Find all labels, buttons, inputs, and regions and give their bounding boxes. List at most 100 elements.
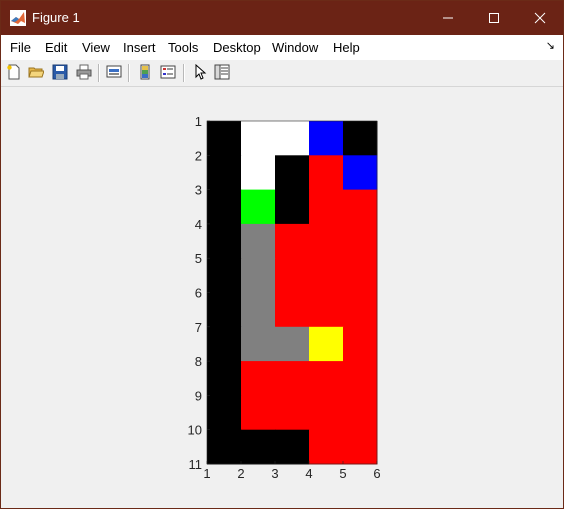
heatmap-cell [309, 361, 344, 396]
heatmap-cell [207, 189, 242, 225]
heatmap-cell [309, 326, 344, 362]
menu-bar: File Edit View Insert Tools Desktop Wind… [1, 35, 563, 60]
new-figure-button[interactable] [5, 63, 23, 81]
edit-plot-button[interactable] [191, 63, 209, 81]
heatmap-cell [207, 395, 242, 431]
heatmap-cell [309, 258, 344, 293]
menu-insert[interactable]: Insert [123, 40, 156, 55]
heatmap-cell [207, 326, 242, 362]
minimize-button[interactable] [425, 1, 471, 35]
insert-colorbar-button[interactable] [136, 63, 154, 81]
open-folder-icon [28, 67, 44, 78]
heatmap-cell [309, 292, 344, 328]
heatmap-cell [343, 395, 378, 431]
x-tick-label: 3 [271, 466, 278, 481]
x-tick-label: 6 [373, 466, 380, 481]
heatmap-cell [207, 121, 242, 156]
heatmap-cell [343, 292, 378, 328]
heatmap-cell [241, 429, 276, 465]
colorbar-icon [140, 64, 150, 80]
insert-legend-button[interactable] [159, 63, 177, 81]
y-tick-label: 8 [195, 354, 202, 369]
heatmap-cell [309, 223, 344, 259]
x-tick-label: 2 [237, 466, 244, 481]
save-button[interactable] [51, 63, 69, 81]
heatmap-cell [275, 121, 310, 156]
close-button[interactable] [517, 1, 563, 35]
toolbar-separator [98, 64, 100, 82]
heatmap-cell [309, 395, 344, 431]
heatmap-cell [241, 189, 276, 225]
maximize-button[interactable] [471, 1, 517, 35]
menu-file[interactable]: File [10, 40, 31, 55]
y-tick-label: 2 [195, 148, 202, 163]
menu-tools[interactable]: Tools [168, 40, 198, 55]
heatmap-cell [241, 223, 276, 259]
heatmap-cell [207, 258, 242, 293]
y-tick-label: 10 [188, 423, 202, 438]
heatmap-cell [241, 292, 276, 328]
heatmap-cell [275, 292, 310, 328]
heatmap-cell [309, 429, 344, 465]
menu-edit[interactable]: Edit [45, 40, 67, 55]
heatmap-cell [275, 258, 310, 293]
heatmap-cell [241, 121, 276, 156]
menu-view[interactable]: View [82, 40, 110, 55]
heatmap-cell [207, 361, 242, 396]
heatmap-cell [275, 429, 310, 465]
toolbar-separator [128, 64, 130, 82]
y-tick-label: 11 [189, 457, 203, 472]
property-inspector-button[interactable] [213, 63, 231, 81]
save-disk-icon [52, 64, 68, 80]
maximize-icon [489, 13, 499, 23]
printer-icon [76, 64, 92, 80]
y-tick-label: 1 [195, 114, 202, 129]
heatmap-cell [343, 258, 378, 293]
print-button[interactable] [75, 63, 93, 81]
x-tick-label: 4 [305, 466, 312, 481]
image-axes[interactable]: 1 2 3 4 5 6 1 2 3 4 5 6 7 8 9 10 11 [1, 87, 563, 508]
open-file-button[interactable] [27, 63, 45, 81]
heatmap-cell [309, 189, 344, 225]
toolbar-separator [183, 64, 185, 82]
heatmap-cell [241, 258, 276, 293]
heatmap-cell [275, 361, 310, 396]
menu-help[interactable]: Help [333, 40, 360, 55]
y-tick-label: 4 [195, 217, 202, 232]
heatmap-cell [343, 189, 378, 225]
legend-icon [160, 65, 176, 79]
new-file-icon [7, 64, 20, 80]
y-tick-label: 3 [195, 183, 202, 198]
heatmap-cell [275, 155, 310, 191]
x-tick-label: 1 [203, 466, 210, 481]
y-tick-label: 9 [195, 388, 202, 403]
title-bar[interactable]: Figure 1 [1, 1, 563, 35]
dock-arrow-icon[interactable]: ↘ [546, 39, 555, 52]
heatmap-cell [343, 429, 378, 465]
y-tick-label: 6 [195, 286, 202, 301]
figure-window: Figure 1 File Edit View Insert Tools Des… [0, 0, 564, 509]
link-plot-button[interactable] [105, 63, 123, 81]
minimize-icon [443, 17, 453, 19]
heatmap-cell [343, 326, 378, 362]
heatmap-cell [275, 189, 310, 225]
menu-desktop[interactable]: Desktop [213, 40, 261, 55]
heatmap-cell [343, 121, 378, 156]
heatmap-cell [309, 121, 344, 156]
heatmap-cell [241, 155, 276, 191]
figure-toolbar [1, 60, 563, 87]
heatmap-cell [241, 326, 276, 362]
heatmap-cell [309, 155, 344, 191]
x-tick-label: 5 [339, 466, 346, 481]
y-tick-label: 7 [195, 320, 202, 335]
heatmap-cell [207, 292, 242, 328]
heatmap-cell [241, 395, 276, 431]
y-tick-label: 5 [195, 251, 202, 266]
menu-window[interactable]: Window [272, 40, 318, 55]
property-editor-icon [214, 64, 230, 80]
heatmap-cell [241, 361, 276, 396]
heatmap-cell [343, 361, 378, 396]
heatmap-cell [275, 326, 310, 362]
heatmap-cell [343, 155, 378, 191]
link-plot-icon [106, 65, 122, 78]
